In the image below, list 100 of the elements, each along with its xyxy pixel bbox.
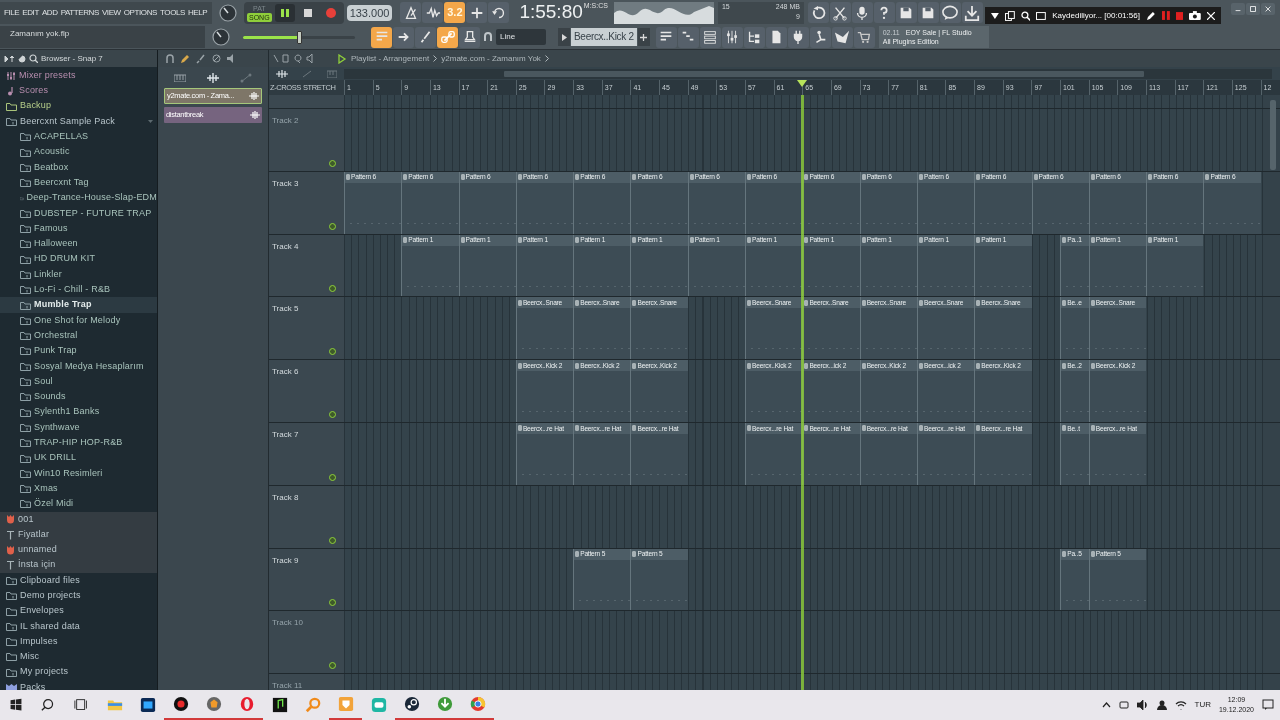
item-label: Xmas <box>34 481 58 495</box>
browser-item[interactable]: One Shot for Melody <box>0 312 157 329</box>
browser-item[interactable]: Sylenth1 Banks <box>0 404 157 420</box>
browser-item[interactable]: Lo-Fi - Chill - R&B <box>0 282 157 298</box>
item-label: Deep-Trance-House-Slap-EDM <box>26 191 157 205</box>
browser-item[interactable]: TRAP-HIP HOP-R&B <box>0 435 157 451</box>
browser-item[interactable]: Beatbox <box>0 159 157 176</box>
browser-item[interactable]: Özel Midi <box>0 496 157 512</box>
playlist-title: Playlist - Arrangement <box>351 52 430 65</box>
browser-item[interactable]: Clipboard files <box>0 572 157 589</box>
menu-item[interactable]: TOOLS <box>160 6 185 19</box>
browser-item[interactable]: Mixer presets <box>0 68 157 84</box>
browser-item[interactable]: Beercxnt Sample Pack <box>0 113 157 130</box>
item-label: Envelopes <box>20 604 64 618</box>
browser-item[interactable]: Mumble Trap <box>0 297 157 313</box>
browser-item[interactable]: UK DRILL <box>0 450 157 466</box>
item-label: ACAPELLAS <box>34 130 89 144</box>
item-label: İnsta için <box>18 558 56 572</box>
browser-item[interactable]: Packs <box>0 679 157 690</box>
item-label: unnamed <box>18 543 57 557</box>
track-header[interactable]: Track 5 <box>269 297 344 360</box>
menu-item[interactable]: HELP <box>188 6 208 19</box>
browser-item[interactable]: Sounds <box>0 389 157 405</box>
item-label: Famous <box>34 221 68 235</box>
track-name: Track 3 <box>272 177 300 190</box>
item-label: Mixer presets <box>19 68 76 82</box>
track-name: Track 9 <box>272 554 300 567</box>
track-header[interactable]: Track 6 <box>269 360 344 422</box>
menu-item[interactable]: PATTERNS <box>60 6 99 19</box>
item-label: Win10 Resimleri <box>34 466 103 480</box>
item-label: 001 <box>18 512 34 526</box>
browser-item[interactable]: Impulses <box>0 634 157 650</box>
item-label: Halloween <box>34 237 78 251</box>
browser-item[interactable]: DUBSTEP - FUTURE TRAP <box>0 205 157 221</box>
item-label: One Shot for Melody <box>34 313 121 327</box>
snap-dropdown[interactable]: Line <box>496 29 546 45</box>
browser-item[interactable]: Acoustic <box>0 144 157 160</box>
song-title: y2mate.com - Zamanım Yok <box>441 52 541 65</box>
track-header[interactable]: Track 11 <box>269 674 344 690</box>
item-label: Impulses <box>20 634 58 648</box>
track-name: Track 8 <box>272 491 300 504</box>
browser-item[interactable]: Sosyal Medya Hesaplarım <box>0 358 157 374</box>
item-label: IL shared data <box>20 619 80 633</box>
item-label: Lo-Fi - Chill - R&B <box>34 283 111 297</box>
item-label: Scores <box>19 84 49 98</box>
item-label: UK DRILL <box>34 451 77 465</box>
item-label: Sosyal Medya Hesaplarım <box>34 359 144 373</box>
item-label: Özel Midi <box>34 497 74 511</box>
input-language[interactable]: TUR <box>1194 699 1211 711</box>
browser-item[interactable]: unnamed <box>0 542 157 558</box>
item-label: Fiyatlar <box>18 527 50 541</box>
item-label: Soul <box>34 374 53 388</box>
browser-item[interactable]: Halloween <box>0 236 157 252</box>
tempo-field[interactable]: 133.000 <box>346 4 393 21</box>
menu-item[interactable]: EDIT <box>22 6 39 19</box>
track-header[interactable]: Track 7 <box>269 423 344 485</box>
browser-item[interactable]: Scores <box>0 83 157 99</box>
browser-item[interactable]: Punk Trap <box>0 343 157 359</box>
browser-item[interactable]: My projects <box>0 664 157 680</box>
item-label: TRAP-HIP HOP-R&B <box>34 436 123 449</box>
browser-item[interactable]: IL shared data <box>0 618 157 634</box>
track-header[interactable]: Track 8 <box>269 485 344 548</box>
item-label: Clipboard files <box>20 573 81 587</box>
track-header[interactable]: Track 10 <box>269 611 344 674</box>
browser-item[interactable]: Demo projects <box>0 588 157 604</box>
browser-item[interactable]: Deep-Trance-House-Slap-EDM <box>0 190 157 206</box>
browser-item[interactable]: Misc <box>0 649 157 665</box>
pattern-selector[interactable]: Beercx..Kick 2 <box>571 28 637 46</box>
track-header[interactable]: Track 4 <box>269 234 344 297</box>
menu-item[interactable]: OPTIONS <box>123 6 157 19</box>
item-label: Packs <box>20 680 46 690</box>
browser-item[interactable]: Orchestral <box>0 328 157 344</box>
browser-item[interactable]: 001 <box>0 511 157 527</box>
browser-item[interactable]: Famous <box>0 220 157 237</box>
item-label: Linkler <box>34 267 62 281</box>
track-header[interactable]: Track 2 <box>269 109 344 171</box>
track-name: Track 4 <box>272 240 300 253</box>
menu-item[interactable]: FILE <box>4 6 20 19</box>
item-label: Demo projects <box>20 589 81 602</box>
track-header[interactable]: Track 9 <box>269 548 344 611</box>
item-label: Sounds <box>34 390 66 404</box>
browser-item[interactable]: Synthwave <box>0 419 157 436</box>
browser-item[interactable]: Backup <box>0 98 157 114</box>
browser-item[interactable]: Beercxnt Tag <box>0 175 157 191</box>
browser-item[interactable]: Soul <box>0 373 157 390</box>
track-name: Track 7 <box>272 429 300 441</box>
item-label: Orchestral <box>34 328 78 342</box>
track-header[interactable]: Track 3 <box>269 171 344 234</box>
menu-item[interactable]: VIEW <box>101 6 121 19</box>
browser-item[interactable]: Envelopes <box>0 603 157 619</box>
browser-item[interactable]: ACAPELLAS <box>0 129 157 145</box>
item-label: Synthwave <box>34 420 80 434</box>
track-name: Track 11 <box>272 680 304 690</box>
browser-item[interactable]: HD DRUM KIT <box>0 251 157 267</box>
item-label: Misc <box>20 650 40 664</box>
browser-item[interactable]: Xmas <box>0 481 157 497</box>
browser-item[interactable]: Linkler <box>0 266 157 283</box>
hint-bar: Zamanım yok.flp <box>0 26 205 48</box>
menu-item[interactable]: ADD <box>41 6 58 19</box>
browser-item[interactable]: Win10 Resimleri <box>0 465 157 481</box>
